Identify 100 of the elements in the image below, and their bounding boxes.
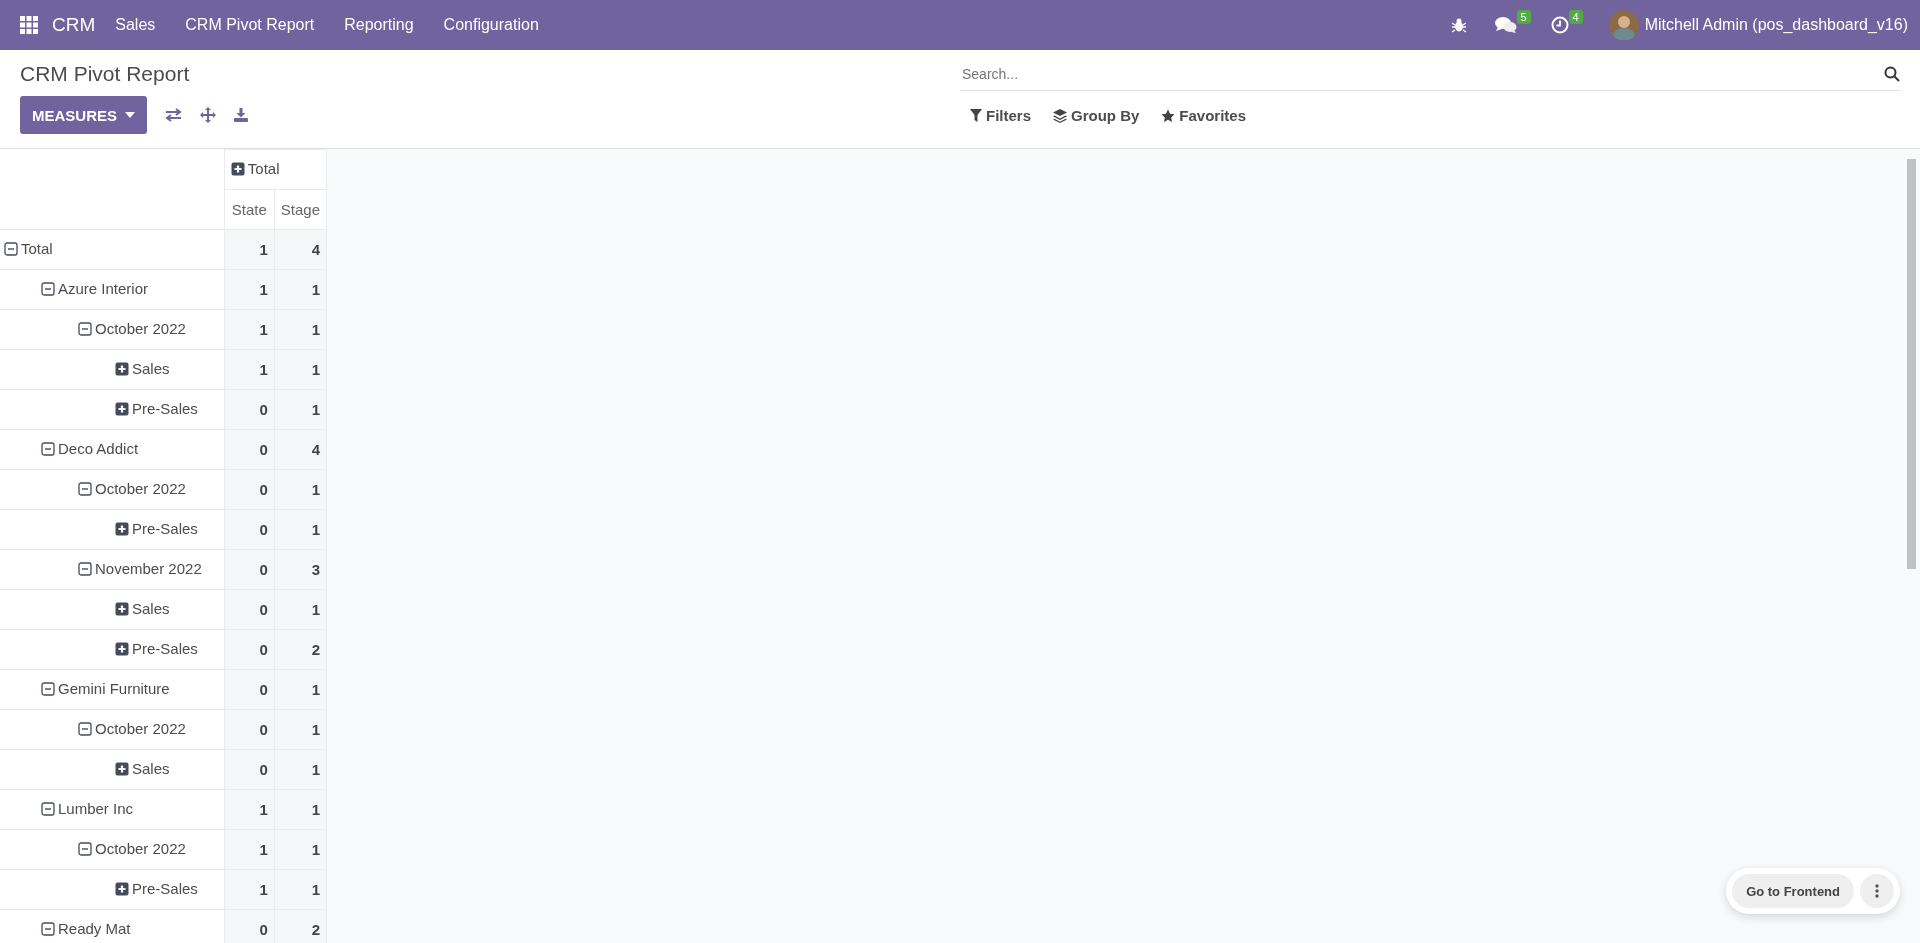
frontend-button[interactable]: Go to Frontend	[1732, 874, 1854, 908]
kebab-icon	[1875, 884, 1879, 898]
collapse-icon[interactable]	[41, 281, 55, 296]
row-header[interactable]: Pre-Sales	[0, 629, 225, 670]
collapse-icon[interactable]	[78, 841, 92, 856]
expand-icon[interactable]	[115, 521, 129, 536]
table-cell: 1	[224, 269, 275, 310]
search-icon[interactable]	[1884, 66, 1900, 82]
table-cell: 0	[224, 909, 275, 943]
activity-count-badge: 4	[1568, 10, 1583, 24]
app-name[interactable]: CRM	[52, 14, 96, 36]
collapse-icon[interactable]	[41, 441, 55, 456]
expand-icon[interactable]	[115, 641, 129, 656]
bug-icon[interactable]	[1450, 17, 1467, 33]
menu-item[interactable]: Reporting	[344, 16, 414, 34]
user-name[interactable]: Mitchell Admin (pos_dashboard_v16)	[1644, 16, 1908, 34]
layers-icon	[1053, 108, 1067, 123]
expand-icon[interactable]	[115, 601, 129, 616]
table-cell: 1	[224, 869, 275, 910]
table-cell: 1	[274, 349, 327, 390]
collapse-icon[interactable]	[4, 241, 18, 256]
table-cell: 1	[274, 789, 327, 830]
row-header[interactable]: October 2022	[0, 469, 225, 510]
collapse-icon[interactable]	[78, 721, 92, 736]
table-cell: 1	[224, 229, 275, 270]
table-cell: 1	[274, 269, 327, 310]
table-cell: 0	[224, 629, 275, 670]
table-cell: 1	[224, 789, 275, 830]
table-cell: 1	[274, 869, 327, 910]
expand-icon[interactable]	[115, 361, 129, 376]
expand-icon[interactable]	[115, 881, 129, 896]
star-icon	[1161, 108, 1176, 123]
table-cell: 2	[274, 629, 327, 670]
search-option-button[interactable]: Filters	[970, 107, 1031, 124]
row-header[interactable]: Pre-Sales	[0, 869, 225, 910]
collapse-icon[interactable]	[78, 561, 92, 576]
row-header[interactable]: October 2022	[0, 309, 225, 350]
row-header[interactable]: November 2022	[0, 549, 225, 590]
table-cell: 1	[274, 709, 327, 750]
collapse-icon[interactable]	[78, 481, 92, 496]
row-header[interactable]: Sales	[0, 749, 225, 790]
table-cell: 0	[224, 669, 275, 710]
table-cell: 0	[224, 509, 275, 550]
page-title: CRM Pivot Report	[20, 62, 190, 86]
table-cell: 0	[224, 749, 275, 790]
chat-icon[interactable]	[1494, 16, 1517, 34]
table-cell: 2	[274, 909, 327, 943]
row-header[interactable]: Sales	[0, 349, 225, 390]
avatar-icon[interactable]	[1608, 10, 1639, 40]
row-header[interactable]: Lumber Inc	[0, 789, 225, 830]
table-cell: 4	[274, 229, 327, 270]
table-cell: 1	[274, 469, 327, 510]
table-cell: 0	[224, 429, 275, 470]
table-cell: 1	[274, 669, 327, 710]
measures-button[interactable]: MEASURES	[20, 96, 147, 134]
measure-header[interactable]: Stage	[274, 189, 327, 230]
table-cell: 1	[274, 389, 327, 430]
row-header[interactable]: Total	[0, 229, 225, 270]
table-cell: 1	[274, 829, 327, 870]
filter-icon	[970, 109, 982, 122]
caret-icon	[125, 112, 135, 118]
row-header[interactable]: Pre-Sales	[0, 509, 225, 550]
collapse-icon[interactable]	[41, 801, 55, 816]
table-cell: 0	[224, 709, 275, 750]
download-icon[interactable]	[234, 108, 248, 122]
swap-icon[interactable]	[165, 108, 182, 122]
table-cell: 1	[274, 749, 327, 790]
table-cell: 1	[274, 509, 327, 550]
table-cell: 0	[224, 549, 275, 590]
table-cell: 0	[224, 589, 275, 630]
row-header[interactable]: Deco Addict	[0, 429, 225, 470]
collapse-icon[interactable]	[78, 321, 92, 336]
move-icon[interactable]	[200, 107, 216, 123]
menu-item[interactable]: CRM Pivot Report	[185, 16, 315, 34]
row-header[interactable]: Azure Interior	[0, 269, 225, 310]
row-header[interactable]: Sales	[0, 589, 225, 630]
message-count-badge: 5	[1516, 10, 1531, 24]
measure-header[interactable]: State	[224, 189, 275, 230]
table-cell: 3	[274, 549, 327, 590]
table-cell: 0	[224, 469, 275, 510]
row-header[interactable]: Pre-Sales	[0, 389, 225, 430]
expand-icon[interactable]	[115, 761, 129, 776]
expand-icon[interactable]	[230, 161, 245, 176]
row-header[interactable]: Gemini Furniture	[0, 669, 225, 710]
search-option-button[interactable]: Favorites	[1161, 107, 1247, 124]
apps-menu-icon[interactable]	[20, 16, 38, 34]
row-header[interactable]: October 2022	[0, 829, 225, 870]
scrollbar[interactable]	[1907, 159, 1916, 569]
clock-icon[interactable]	[1550, 16, 1569, 34]
table-cell: 0	[224, 389, 275, 430]
menu-item[interactable]: Configuration	[443, 16, 539, 34]
collapse-icon[interactable]	[41, 921, 55, 936]
more-button[interactable]	[1860, 874, 1894, 908]
expand-icon[interactable]	[115, 401, 129, 416]
column-header[interactable]: Total	[224, 149, 327, 190]
search-option-button[interactable]: Group By	[1053, 107, 1140, 124]
search-field[interactable]: Search...	[960, 65, 1884, 83]
row-header[interactable]: October 2022	[0, 709, 225, 750]
collapse-icon[interactable]	[41, 681, 55, 696]
menu-item[interactable]: Sales	[115, 16, 156, 34]
